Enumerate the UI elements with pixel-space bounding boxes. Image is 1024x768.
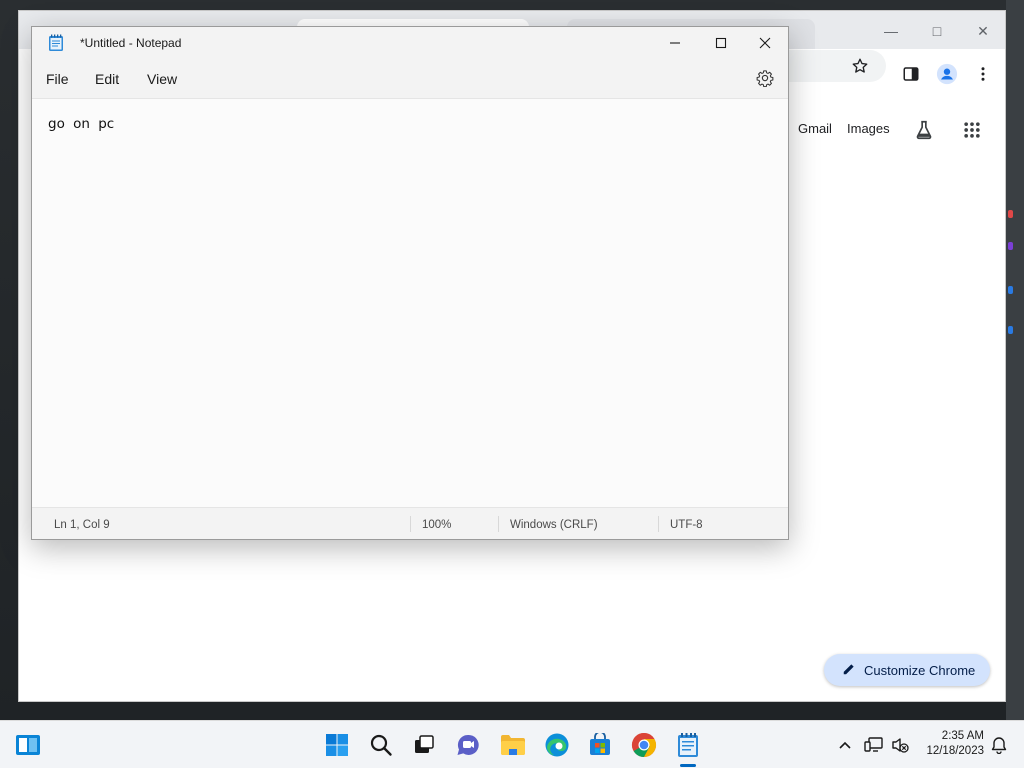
bookmark-star-icon[interactable] xyxy=(848,54,872,78)
status-bar: Ln 1, Col 9 100% Windows (CRLF) UTF-8 xyxy=(32,507,788,539)
close-icon xyxy=(759,37,771,49)
windows-start-icon xyxy=(326,734,348,756)
widgets-button[interactable] xyxy=(12,729,44,761)
chrome-maximize-button[interactable]: □ xyxy=(917,17,957,45)
status-divider xyxy=(658,516,659,532)
pencil-icon xyxy=(842,662,856,679)
active-app-indicator xyxy=(680,764,696,767)
search-button[interactable] xyxy=(365,729,397,761)
chrome-icon xyxy=(631,733,657,757)
network-status-button[interactable] xyxy=(860,729,888,761)
text-editor-area[interactable]: go on pc xyxy=(32,99,788,507)
task-view-button[interactable] xyxy=(408,729,440,761)
store-icon xyxy=(590,733,610,755)
line-ending: Windows (CRLF) xyxy=(510,519,598,531)
chrome-taskbar-button[interactable] xyxy=(628,729,660,761)
menu-view[interactable]: View xyxy=(147,71,177,87)
file-explorer-button[interactable] xyxy=(497,729,529,761)
widgets-icon xyxy=(16,735,40,755)
encoding: UTF-8 xyxy=(670,519,703,531)
menu-file[interactable]: File xyxy=(46,71,69,87)
status-divider xyxy=(498,516,499,532)
volume-muted-icon xyxy=(892,738,909,753)
notepad-titlebar[interactable]: *Untitled - Notepad xyxy=(32,27,788,59)
edge-indicator xyxy=(1008,326,1013,334)
show-hidden-icons-button[interactable] xyxy=(830,729,860,761)
chevron-up-icon xyxy=(839,741,851,749)
notepad-icon xyxy=(678,733,698,757)
chrome-close-button[interactable]: ✕ xyxy=(963,17,1003,45)
close-icon: ✕ xyxy=(977,22,989,39)
folder-icon xyxy=(501,735,525,755)
notification-bell-icon xyxy=(991,737,1007,754)
menu-bar: File Edit View xyxy=(32,59,788,99)
side-panel-icon[interactable] xyxy=(899,62,923,86)
maximize-icon: □ xyxy=(932,23,942,39)
profile-avatar-icon[interactable] xyxy=(935,62,959,86)
notepad-close-button[interactable] xyxy=(742,27,788,59)
maximize-icon xyxy=(715,37,727,49)
start-button[interactable] xyxy=(321,729,353,761)
search-icon xyxy=(370,734,392,756)
customize-chrome-label: Customize Chrome xyxy=(864,662,976,678)
taskbar xyxy=(0,720,1024,768)
notepad-taskbar-button[interactable] xyxy=(672,729,704,761)
chrome-minimize-button[interactable]: — xyxy=(871,17,911,45)
clock-time: 2:35 AM xyxy=(941,730,984,742)
minimize-icon xyxy=(670,42,680,44)
edge-indicator xyxy=(1008,286,1013,294)
settings-gear-icon[interactable] xyxy=(756,69,774,88)
cursor-position: Ln 1, Col 9 xyxy=(54,519,110,531)
task-view-icon xyxy=(415,735,434,753)
chrome-menu-icon[interactable] xyxy=(971,62,995,86)
notepad-maximize-button[interactable] xyxy=(698,27,744,59)
notepad-minimize-button[interactable] xyxy=(652,27,698,59)
notifications-button[interactable] xyxy=(985,729,1013,761)
clock-date: 12/18/2023 xyxy=(926,745,984,757)
gmail-link[interactable]: Gmail xyxy=(798,121,832,136)
edge-indicator xyxy=(1008,210,1013,218)
images-link[interactable]: Images xyxy=(847,121,890,136)
notepad-window: *Untitled - Notepad File Edit View go on… xyxy=(31,26,789,540)
volume-button[interactable] xyxy=(886,729,914,761)
edge-button[interactable] xyxy=(541,729,573,761)
clock[interactable]: 2:35 AM 12/18/2023 xyxy=(920,729,984,759)
network-disconnected-icon xyxy=(864,737,883,752)
edge-indicator xyxy=(1008,242,1013,250)
background-window-edge xyxy=(1006,0,1024,720)
apps-grid-icon[interactable] xyxy=(960,118,984,142)
zoom-level: 100% xyxy=(422,519,452,531)
menu-edit[interactable]: Edit xyxy=(95,71,119,87)
labs-flask-icon[interactable] xyxy=(912,118,936,142)
notepad-app-icon xyxy=(48,34,64,52)
editor-content[interactable]: go on pc xyxy=(48,116,114,132)
store-button[interactable] xyxy=(584,729,616,761)
window-title: *Untitled - Notepad xyxy=(80,36,182,50)
minimize-icon: — xyxy=(884,23,898,39)
customize-chrome-button[interactable]: Customize Chrome xyxy=(824,654,990,686)
status-divider xyxy=(410,516,411,532)
edge-icon xyxy=(545,733,569,757)
chat-button[interactable] xyxy=(452,729,484,761)
teams-chat-icon xyxy=(457,734,479,755)
